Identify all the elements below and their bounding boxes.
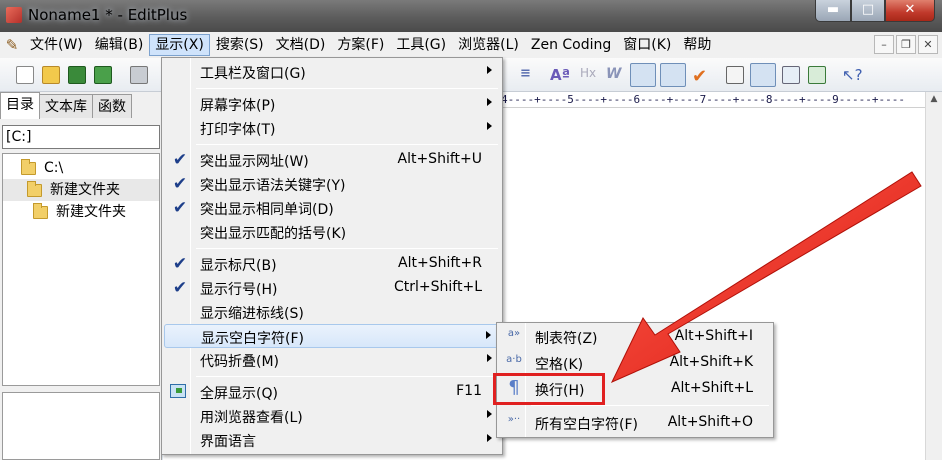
red-arrow-annotation (610, 171, 922, 384)
